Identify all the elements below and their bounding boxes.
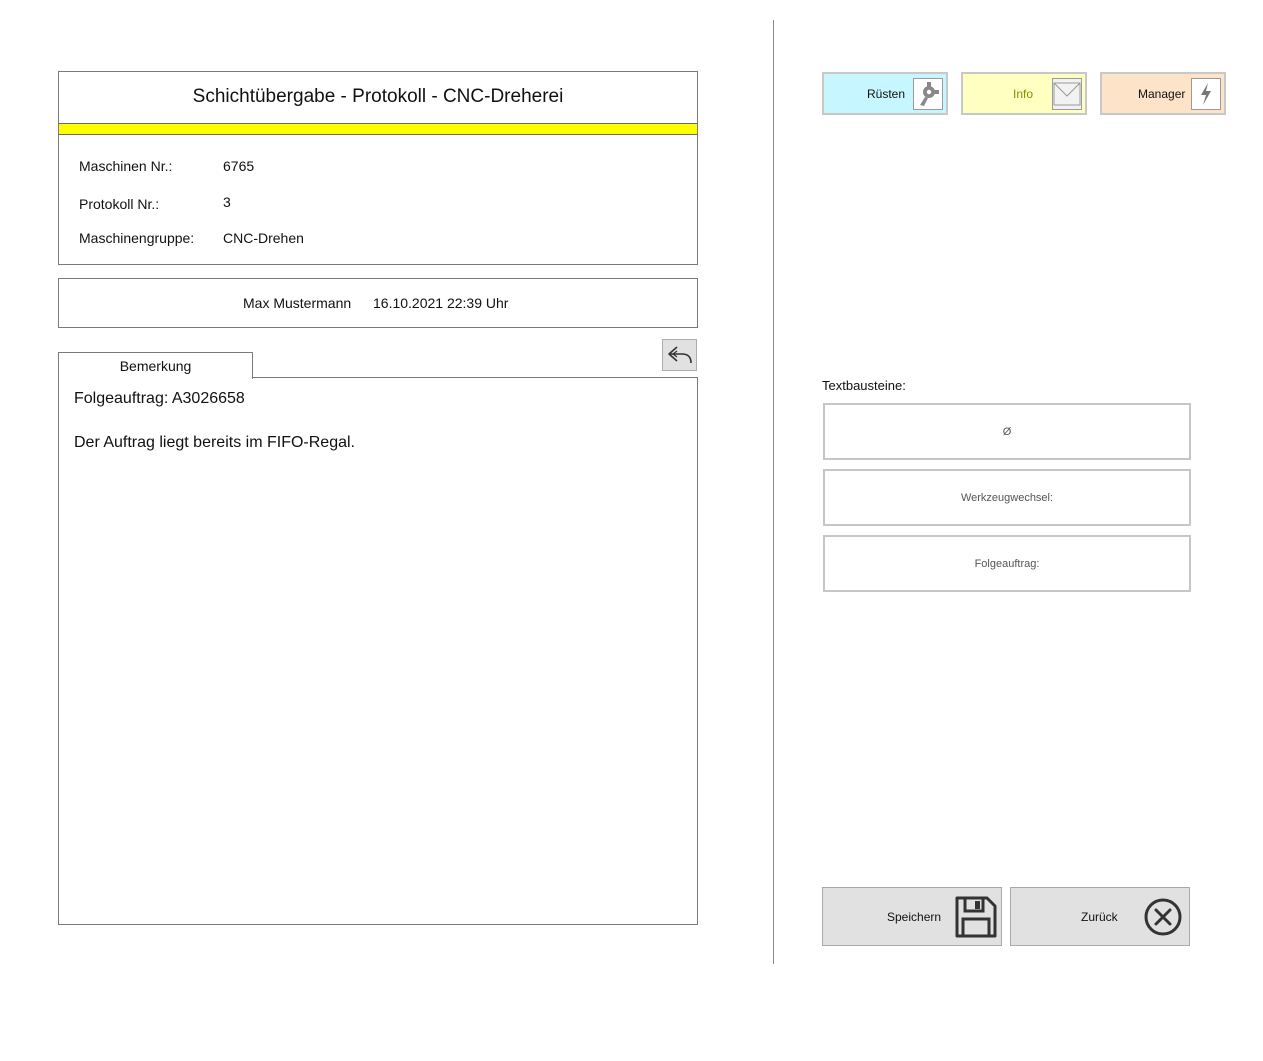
- ruesten-label: Rüsten: [867, 87, 906, 101]
- machine-number-label: Maschinen Nr.:: [79, 158, 173, 174]
- close-circle-icon: [1144, 898, 1182, 936]
- textbausteine-label: Textbausteine:: [822, 378, 906, 393]
- vertical-divider: [773, 20, 774, 964]
- textbaustein-werkzeugwechsel-button[interactable]: Werkzeugwechsel:: [823, 469, 1191, 526]
- textbaustein-folgeauftrag-button[interactable]: Folgeauftrag:: [823, 535, 1191, 592]
- tab-bemerkung[interactable]: Bemerkung: [58, 352, 253, 379]
- remark-textarea[interactable]: Folgeauftrag: A3026658 Der Auftrag liegt…: [58, 377, 698, 925]
- accent-bar: [59, 123, 697, 135]
- user-name: Max Mustermann: [243, 295, 352, 311]
- timestamp: 16.10.2021 22:39 Uhr: [373, 295, 509, 311]
- user-info-box: Max Mustermann 16.10.2021 22:39 Uhr: [58, 278, 698, 328]
- envelope-icon: [1052, 78, 1082, 110]
- save-label: Speichern: [887, 910, 942, 924]
- info-button[interactable]: Info: [961, 72, 1087, 115]
- ruesten-button[interactable]: Rüsten: [822, 72, 948, 115]
- protocol-number-value: 3: [223, 194, 231, 210]
- manager-button[interactable]: Manager: [1100, 72, 1226, 115]
- remark-line: Folgeauftrag: A3026658: [74, 390, 245, 407]
- gear-icon: [913, 78, 943, 110]
- back-button[interactable]: Zurück: [1010, 887, 1190, 946]
- remark-line: Der Auftrag liegt bereits im FIFO-Regal.: [74, 434, 355, 451]
- machine-number-value: 6765: [223, 158, 255, 174]
- back-label: Zurück: [1081, 910, 1118, 924]
- info-label: Info: [1013, 87, 1034, 101]
- floppy-disk-icon: [955, 896, 997, 938]
- lightning-icon: [1191, 78, 1221, 110]
- machine-group-label: Maschinengruppe:: [79, 230, 195, 246]
- protocol-number-label: Protokoll Nr.:: [79, 196, 160, 212]
- page-title: Schichtübergabe - Protokoll - CNC-Dreher…: [192, 86, 564, 107]
- manager-label: Manager: [1138, 87, 1186, 101]
- undo-icon: [667, 346, 692, 364]
- protocol-header-panel: Schichtübergabe - Protokoll - CNC-Dreher…: [58, 71, 698, 265]
- undo-button[interactable]: [662, 339, 697, 371]
- save-button[interactable]: Speichern: [822, 887, 1002, 946]
- textbaustein-empty-button[interactable]: Ø: [823, 403, 1191, 460]
- machine-group-value: CNC-Drehen: [223, 230, 304, 246]
